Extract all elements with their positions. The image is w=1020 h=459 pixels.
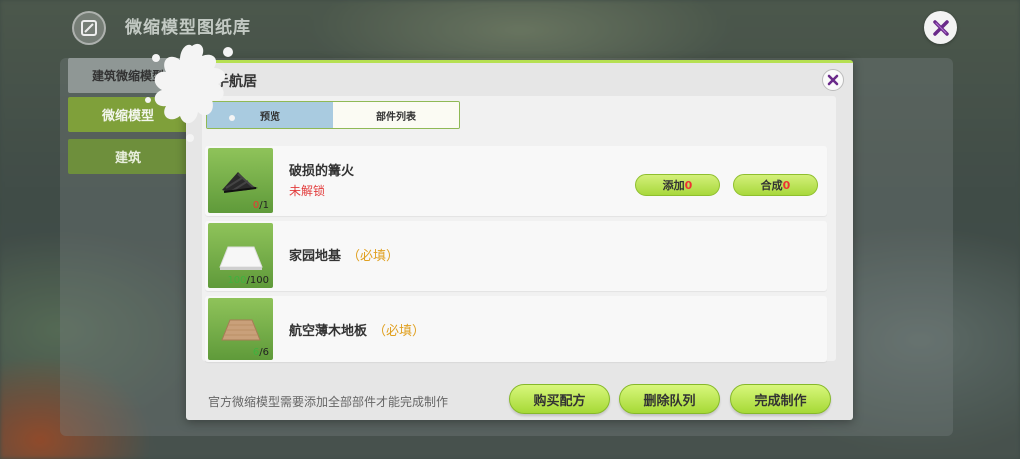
craft-part-button[interactable]: 合成 0: [733, 174, 818, 196]
close-icon: [827, 74, 839, 86]
campfire-thumbnail: 0/1: [208, 148, 273, 213]
paint-splash-decoration: [145, 43, 235, 142]
required-tag: （必填）: [373, 324, 426, 339]
part-count: 0/1: [252, 200, 269, 211]
close-icon: [932, 19, 949, 36]
blueprint-icon: [72, 11, 106, 45]
tab-parts-list[interactable]: 部件列表: [333, 102, 459, 128]
view-tabs: 预览 部件列表: [206, 101, 460, 129]
part-row-wood-floor: 6/6 航空薄木地板 （必填）: [205, 296, 827, 362]
blueprint-dialog: 新手航居 预览 部件列表 0/1 破损的篝火 未解锁 添加 0 合成 0 100…: [186, 60, 853, 420]
part-count: 100/100: [227, 275, 269, 286]
part-name: 破损的篝火: [289, 164, 355, 179]
required-tag: （必填）: [347, 249, 400, 264]
library-title: 微缩模型图纸库: [125, 18, 251, 38]
part-name: 家园地基 （必填）: [289, 249, 400, 264]
part-count: 6/6: [252, 347, 269, 358]
wood-floor-thumbnail: 6/6: [208, 298, 273, 360]
parts-content: 预览 部件列表 0/1 破损的篝火 未解锁 添加 0 合成 0 100/100 …: [202, 96, 836, 362]
completion-note: 官方微缩模型需要添加全部部件才能完成制作: [208, 395, 449, 409]
add-part-button[interactable]: 添加 0: [635, 174, 720, 196]
part-name: 航空薄木地板 （必填）: [289, 324, 426, 339]
dialog-close-button[interactable]: [822, 69, 844, 91]
finish-crafting-button[interactable]: 完成制作: [730, 384, 831, 414]
locked-status: 未解锁: [289, 184, 326, 198]
library-close-button[interactable]: [924, 11, 957, 44]
foundation-thumbnail: 100/100: [208, 223, 273, 288]
part-row-campfire: 0/1 破损的篝火 未解锁 添加 0 合成 0: [205, 146, 827, 216]
buy-recipe-button[interactable]: 购买配方: [509, 384, 610, 414]
part-row-foundation: 100/100 家园地基 （必填）: [205, 221, 827, 291]
delete-queue-button[interactable]: 删除队列: [619, 384, 720, 414]
